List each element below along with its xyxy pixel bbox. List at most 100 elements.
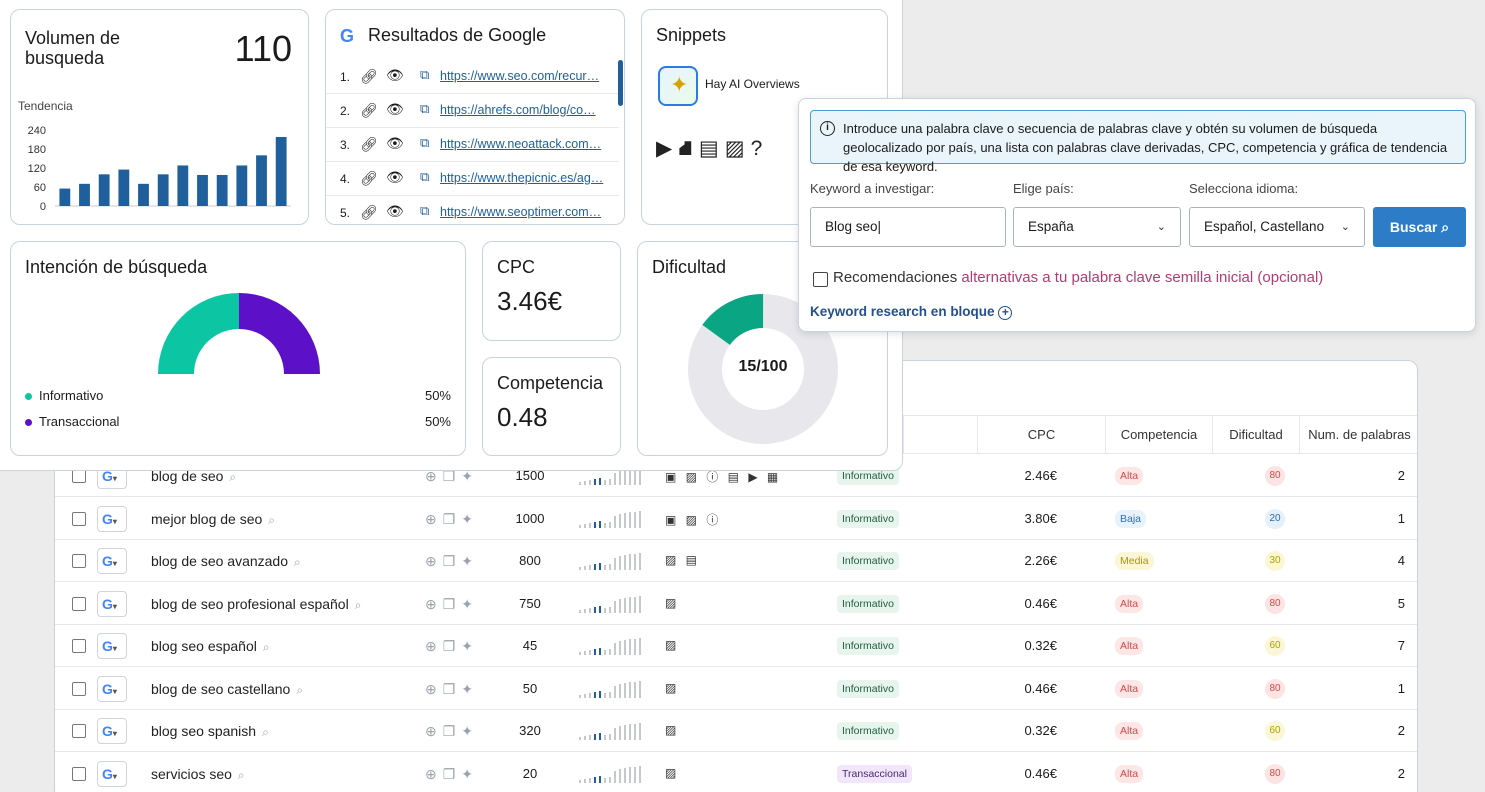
eye-icon[interactable]: 👁︎ [386, 203, 404, 220]
keyword-cell[interactable]: blog de seo avanzado ⌕ [151, 540, 301, 583]
add-icon[interactable]: ⊕ [425, 596, 443, 612]
tendencia-chart: 240 180 120 60 0 [28, 125, 291, 213]
external-link-icon[interactable]: ⧉ [420, 101, 429, 117]
sparkle-icon[interactable]: ✦ [461, 511, 479, 527]
external-link-icon[interactable]: ⧉ [420, 67, 429, 83]
header-num-palabras[interactable]: Num. de palabras [1299, 416, 1417, 454]
link-icon[interactable]: 🔗︎ [360, 170, 378, 187]
row-checkbox[interactable] [72, 554, 86, 568]
results-scrollbar[interactable] [618, 60, 623, 106]
buscar-button[interactable]: Buscar ⌕ [1373, 207, 1466, 247]
add-icon[interactable]: ⊕ [425, 638, 443, 654]
search-icon[interactable]: ⌕ [238, 768, 245, 782]
competencia-value: 0.48 [497, 402, 548, 432]
add-icon[interactable]: ⊕ [425, 553, 443, 569]
dificultad-badge: 80 [1265, 466, 1285, 486]
keyword-label: Keyword a investigar: [810, 181, 935, 196]
result-url-link[interactable]: https://www.seoptimer.com… [440, 205, 601, 219]
google-search-button[interactable]: G▾ [97, 590, 127, 617]
search-icon[interactable]: ⌕ [263, 640, 270, 654]
result-url-link[interactable]: https://www.neoattack.com… [440, 137, 601, 151]
result-url-link[interactable]: https://ahrefs.com/blog/co… [440, 103, 596, 117]
intent-badge: Informativo [837, 552, 899, 570]
add-icon[interactable]: ⊕ [425, 723, 443, 739]
google-search-button[interactable]: G▾ [97, 760, 127, 787]
result-url-link[interactable]: https://www.seo.com/recur… [440, 69, 599, 83]
link-icon[interactable]: 🔗︎ [360, 204, 378, 221]
external-link-icon[interactable]: ⧉ [420, 135, 429, 151]
keyword-cell[interactable]: blog de seo castellano ⌕ [151, 668, 303, 711]
keyword-cell[interactable]: blog de seo profesional español ⌕ [151, 583, 361, 626]
copy-icon[interactable]: ❐ [443, 511, 462, 527]
copy-icon[interactable]: ❐ [443, 766, 462, 782]
google-search-button[interactable]: G▾ [97, 718, 127, 744]
header-competencia[interactable]: Competencia [1105, 416, 1212, 454]
external-link-icon[interactable]: ⧉ [420, 169, 429, 185]
google-results-list: 1. 🔗︎ 👁︎ ⧉ https://www.seo.com/recur… 2. 🔗︎ 👁︎ ⧉… [326, 60, 619, 224]
pais-select[interactable]: España ⌄ [1013, 207, 1181, 247]
add-icon[interactable]: ⊕ [425, 681, 443, 697]
row-checkbox[interactable] [72, 469, 86, 483]
search-icon[interactable]: ⌕ [294, 555, 301, 569]
eye-icon[interactable]: 👁︎ [386, 67, 404, 84]
trend-bar [197, 174, 208, 206]
question-icon: ? [750, 137, 769, 160]
sparkle-icon[interactable]: ✦ [461, 553, 479, 569]
copy-icon[interactable]: ❐ [443, 681, 462, 697]
row-checkbox[interactable] [72, 639, 86, 653]
google-icon: G [102, 510, 113, 527]
eye-icon[interactable]: 👁︎ [386, 101, 404, 118]
keyword-cell[interactable]: mejor blog de seo ⌕ [151, 498, 275, 541]
search-icon[interactable]: ⌕ [262, 725, 269, 739]
eye-icon[interactable]: 👁︎ [386, 169, 404, 186]
dot-icon [25, 393, 32, 400]
google-result-row: 3. 🔗︎ 👁︎ ⧉ https://www.neoattack.com… [326, 128, 619, 162]
sparkle-icon[interactable]: ✦ [461, 638, 479, 654]
header-cpc[interactable]: CPC [977, 416, 1105, 454]
result-url-link[interactable]: https://www.thepicnic.es/ag… [440, 171, 603, 185]
recomendaciones-label[interactable]: Recomendaciones alternativas a tu palabr… [833, 269, 1323, 286]
copy-icon[interactable]: ❐ [443, 553, 462, 569]
sparkle-icon[interactable]: ✦ [461, 596, 479, 612]
copy-icon[interactable]: ❐ [443, 638, 462, 654]
dificultad-badge: 80 [1265, 763, 1285, 784]
row-checkbox[interactable] [72, 596, 86, 611]
y-tick-label: 240 [28, 125, 46, 137]
keyword-bloque-link[interactable]: Keyword research en bloque + [810, 304, 1013, 320]
gauge-informativo [158, 293, 239, 374]
row-checkbox[interactable] [72, 766, 86, 781]
row-checkbox[interactable] [72, 681, 86, 696]
keyword-cell[interactable]: blog seo español ⌕ [151, 625, 270, 668]
header-dificultad[interactable]: Dificultad [1212, 416, 1299, 454]
copy-icon[interactable]: ❐ [443, 723, 462, 739]
num-palabras-cell: 2 [1397, 723, 1405, 738]
volumen-title: Volumen de busqueda [25, 28, 121, 68]
link-icon[interactable]: 🔗︎ [360, 136, 378, 153]
idioma-select[interactable]: Español, Castellano ⌄ [1189, 207, 1365, 247]
sparkle-icon[interactable]: ✦ [461, 723, 479, 739]
sparkle-icon[interactable]: ✦ [461, 681, 479, 697]
keyword-cell[interactable]: blog seo spanish ⌕ [151, 710, 269, 753]
add-icon[interactable]: ⊕ [425, 766, 443, 782]
y-tick-label: 120 [28, 163, 46, 175]
external-link-icon[interactable]: ⧉ [420, 203, 429, 219]
google-search-button[interactable]: G▾ [97, 548, 127, 574]
keyword-cell[interactable]: servicios seo ⌕ [151, 753, 245, 792]
search-icon[interactable]: ⌕ [229, 470, 236, 484]
sparkle-icon[interactable]: ✦ [461, 766, 479, 782]
add-icon[interactable]: ⊕ [425, 511, 443, 527]
link-icon[interactable]: 🔗︎ [360, 68, 378, 85]
google-search-button[interactable]: G▾ [97, 505, 127, 532]
link-icon[interactable]: 🔗︎ [360, 102, 378, 119]
row-checkbox[interactable] [72, 724, 86, 738]
recomendaciones-checkbox[interactable] [813, 272, 828, 287]
search-icon[interactable]: ⌕ [355, 598, 362, 612]
google-search-button[interactable]: G▾ [97, 675, 127, 702]
eye-icon[interactable]: 👁︎ [386, 135, 404, 152]
keyword-input[interactable]: Blog seo| [810, 207, 1006, 247]
row-checkbox[interactable] [72, 511, 86, 526]
search-icon[interactable]: ⌕ [268, 513, 275, 527]
copy-icon[interactable]: ❐ [443, 596, 462, 612]
google-search-button[interactable]: G▾ [97, 633, 127, 659]
search-icon[interactable]: ⌕ [296, 683, 303, 697]
